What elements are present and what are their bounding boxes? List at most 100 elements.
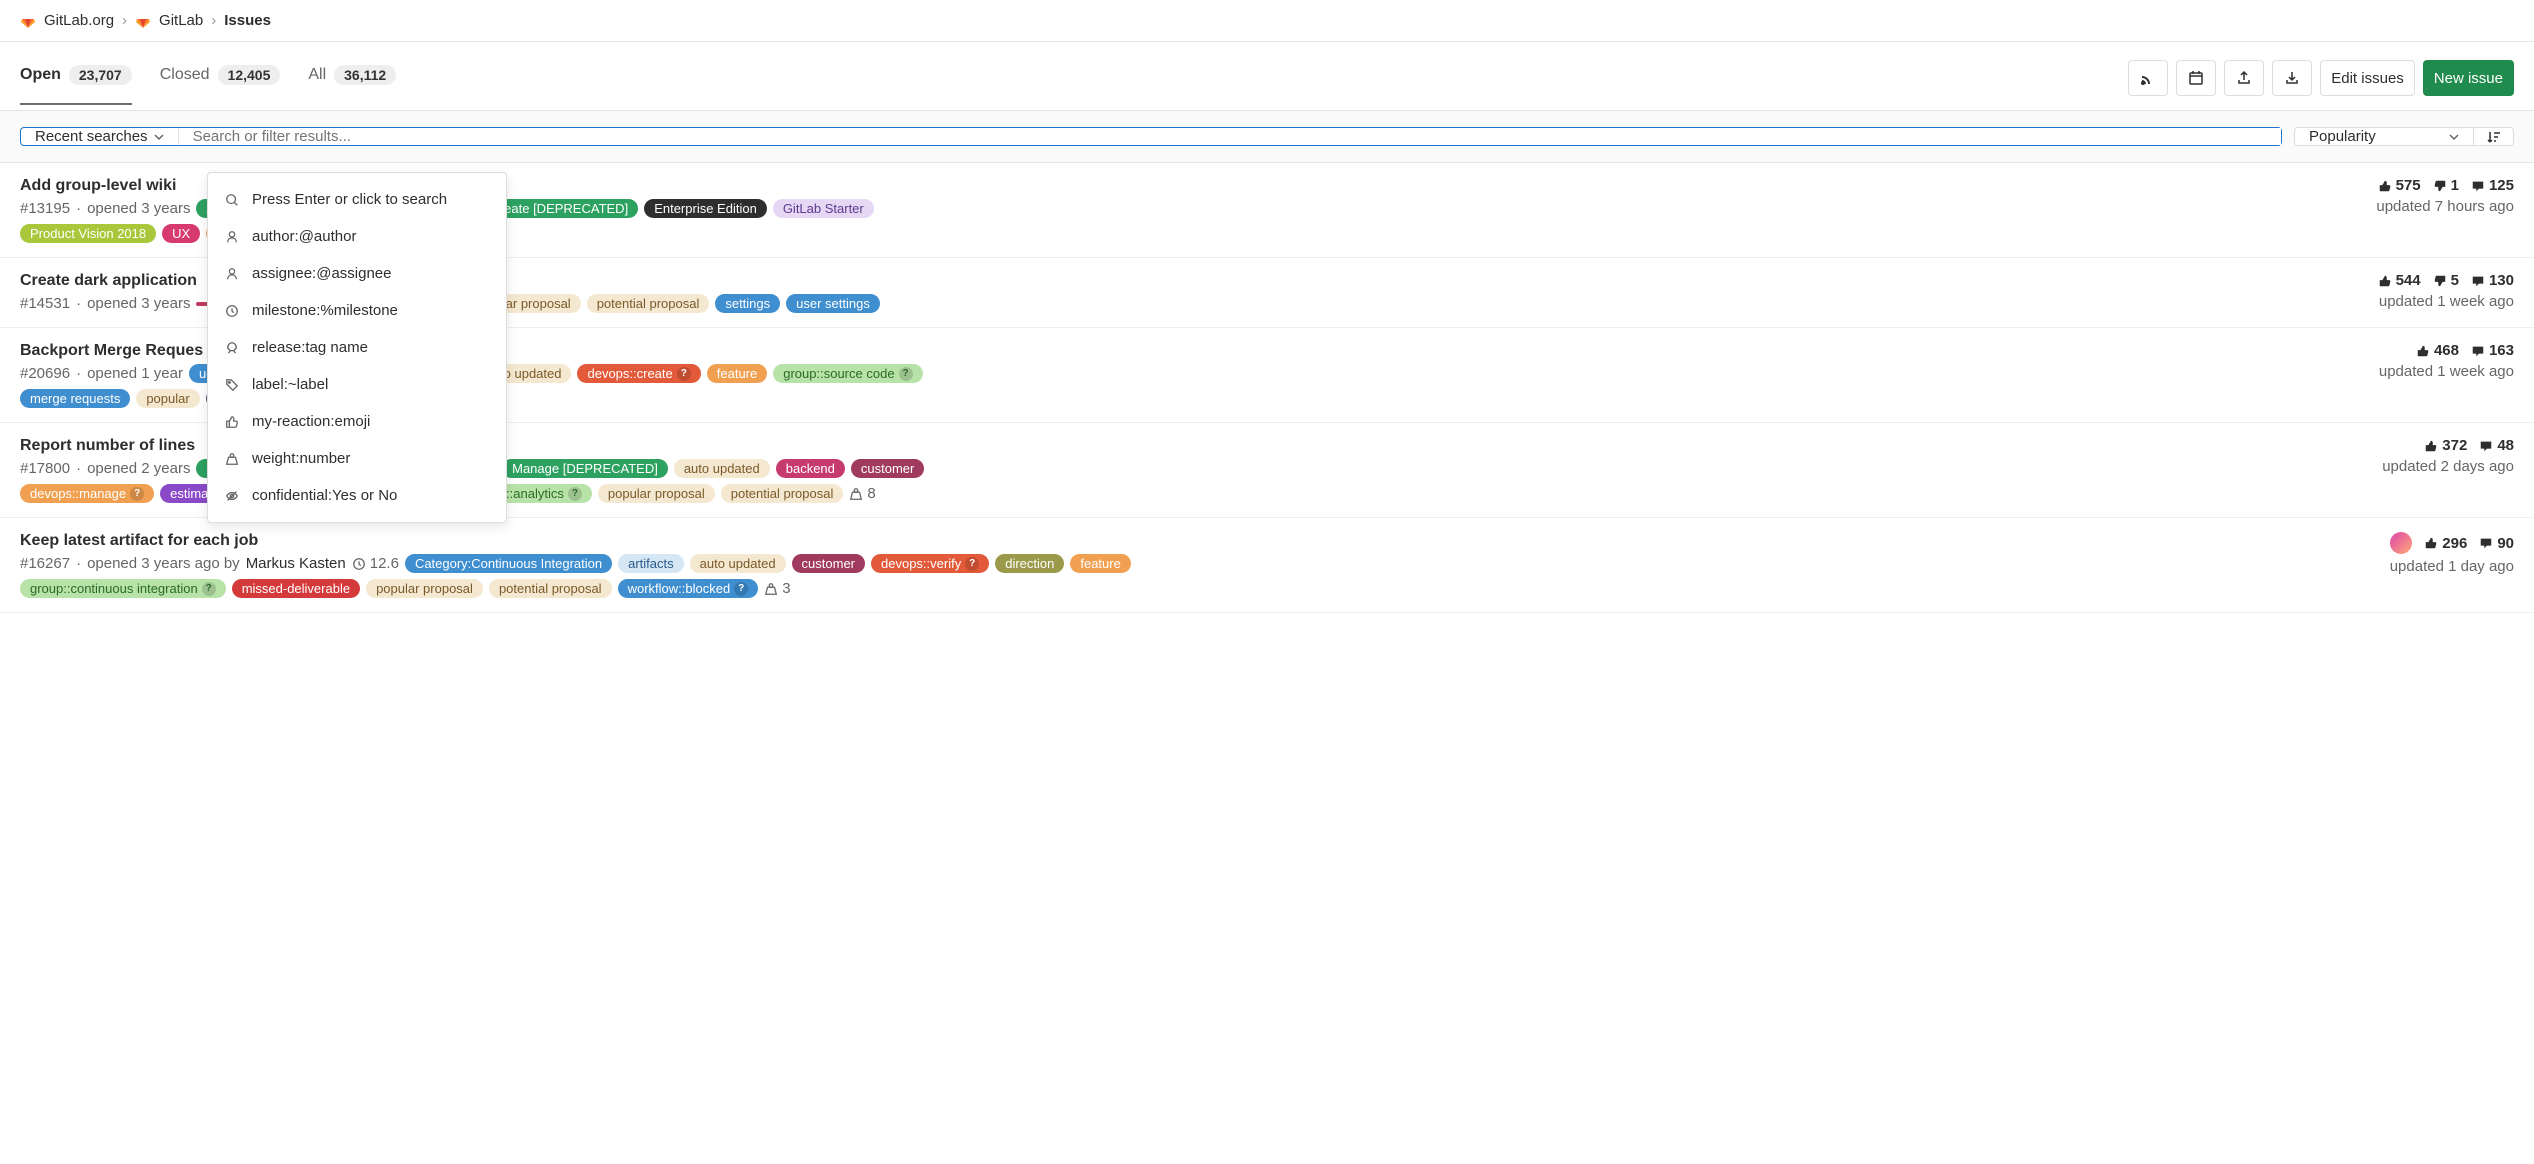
issue-label[interactable]: customer [851, 459, 924, 478]
issue-updated: updated 2 days ago [2344, 458, 2514, 475]
question-icon: ? [130, 487, 144, 501]
thumbs-up-icon [224, 414, 240, 430]
search-hint-text: weight:number [252, 450, 350, 467]
issue-label[interactable]: devops::manage? [20, 484, 154, 503]
recent-searches-dropdown[interactable]: Recent searches [21, 128, 179, 145]
search-hint-item[interactable]: author:@author [208, 218, 506, 255]
search-hint-text: my-reaction:emoji [252, 413, 370, 430]
export-button[interactable] [2224, 60, 2264, 96]
issue-weight: 3 [764, 580, 790, 597]
issue-label[interactable]: customer [792, 554, 865, 573]
issue-label[interactable]: settings [715, 294, 780, 313]
thumbs-up-count: 468 [2416, 342, 2459, 359]
issue-label[interactable]: Category:Continuous Integration [405, 554, 612, 573]
question-icon: ? [202, 582, 216, 596]
search-hint-text: Press Enter or click to search [252, 191, 447, 208]
issue-label[interactable]: Enterprise Edition [644, 199, 767, 218]
filter-bar: Recent searches Press Enter or click to … [20, 127, 2282, 146]
search-hint-item[interactable]: release:tag name [208, 329, 506, 366]
issue-ref: #13195 [20, 200, 70, 217]
calendar-button[interactable] [2176, 60, 2216, 96]
breadcrumb-project[interactable]: GitLab [159, 12, 203, 29]
issue-label[interactable]: merge requests [20, 389, 130, 408]
issue-label[interactable]: GitLab Starter [773, 199, 874, 218]
issue-label[interactable]: group::source code? [773, 364, 922, 383]
issue-label[interactable]: backend [776, 459, 845, 478]
issue-title[interactable]: Keep latest artifact for each job [20, 532, 2324, 550]
issue-label[interactable]: user settings [786, 294, 880, 313]
sort-direction-button[interactable] [2474, 127, 2514, 146]
user-icon [224, 266, 240, 282]
issue-label[interactable]: Product Vision 2018 [20, 224, 156, 243]
issue-label[interactable]: artifacts [618, 554, 684, 573]
issue-state-tabs: Open23,707 Closed12,405 All36,112 [20, 65, 396, 105]
issue-label[interactable]: popular proposal [366, 579, 483, 598]
issue-label[interactable]: direction [995, 554, 1064, 573]
search-hint-item[interactable]: milestone:%milestone [208, 292, 506, 329]
issue-label[interactable]: popular [136, 389, 199, 408]
question-icon: ? [568, 487, 582, 501]
issue-label[interactable]: group::continuous integration? [20, 579, 226, 598]
issue-label[interactable]: UX [162, 224, 200, 243]
thumbs-up-count: 372 [2424, 437, 2467, 454]
issue-milestone[interactable]: 12.6 [352, 555, 399, 572]
comments-count: 90 [2479, 535, 2514, 552]
search-hint-item[interactable]: Press Enter or click to search [208, 181, 506, 218]
thumbs-up-count: 544 [2378, 272, 2421, 289]
issue-updated: updated 7 hours ago [2344, 198, 2514, 215]
rss-button[interactable] [2128, 60, 2168, 96]
search-hint-item[interactable]: my-reaction:emoji [208, 403, 506, 440]
issue-opened: opened 3 years [87, 295, 190, 312]
search-hints-dropdown: Press Enter or click to search author:@au… [207, 172, 507, 523]
search-hint-item[interactable]: assignee:@assignee [208, 255, 506, 292]
question-icon: ? [965, 557, 979, 571]
issue-label[interactable]: auto updated [690, 554, 786, 573]
issue-weight: 8 [849, 485, 875, 502]
tab-closed[interactable]: Closed12,405 [160, 65, 281, 105]
issue-label[interactable]: missed-deliverable [232, 579, 360, 598]
new-issue-button[interactable]: New issue [2423, 60, 2514, 96]
issue-label[interactable]: devops::create? [577, 364, 700, 383]
issue-label[interactable]: potential proposal [489, 579, 612, 598]
chevron-down-icon [154, 132, 164, 142]
issue-author[interactable]: Markus Kasten [246, 555, 346, 572]
sort-dropdown[interactable]: Popularity [2294, 127, 2474, 146]
import-button[interactable] [2272, 60, 2312, 96]
eye-slash-icon [224, 488, 240, 504]
issue-label[interactable]: potential proposal [587, 294, 710, 313]
chevron-down-icon [2449, 132, 2459, 142]
issue-label[interactable]: popular proposal [598, 484, 715, 503]
breadcrumb: GitLab.org › GitLab › Issues [0, 0, 2534, 42]
issue-label[interactable]: Manage [DEPRECATED] [502, 459, 668, 478]
issue-opened: opened 1 year [87, 365, 183, 382]
tab-count: 12,405 [218, 65, 281, 85]
issue-label[interactable]: potential proposal [721, 484, 844, 503]
search-hint-text: release:tag name [252, 339, 368, 356]
tab-count: 36,112 [334, 65, 396, 85]
gitlab-icon [135, 13, 151, 29]
issue-label[interactable]: feature [1070, 554, 1130, 573]
question-icon: ? [734, 582, 748, 596]
breadcrumb-org[interactable]: GitLab.org [44, 12, 114, 29]
tab-open[interactable]: Open23,707 [20, 65, 132, 105]
thumbs-up-count: 296 [2424, 535, 2467, 552]
search-hint-text: milestone:%milestone [252, 302, 398, 319]
search-hint-text: confidential:Yes or No [252, 487, 397, 504]
issue-label[interactable]: workflow::blocked? [618, 579, 759, 598]
issue-label[interactable]: feature [707, 364, 767, 383]
breadcrumb-current: Issues [224, 12, 271, 29]
thumbs-down-count: 1 [2433, 177, 2459, 194]
search-hint-item[interactable]: weight:number [208, 440, 506, 477]
search-hint-text: assignee:@assignee [252, 265, 391, 282]
issue-updated: updated 1 day ago [2344, 558, 2514, 575]
issue-label[interactable]: auto updated [674, 459, 770, 478]
search-hint-item[interactable]: confidential:Yes or No [208, 477, 506, 514]
chevron-right-icon: › [122, 12, 127, 29]
search-hint-item[interactable]: label:~label [208, 366, 506, 403]
edit-issues-button[interactable]: Edit issues [2320, 60, 2415, 96]
search-input[interactable] [179, 128, 2281, 145]
gitlab-icon [20, 13, 36, 29]
assignee-avatar[interactable] [2390, 532, 2412, 554]
issue-label[interactable]: devops::verify? [871, 554, 989, 573]
tab-all[interactable]: All36,112 [308, 65, 396, 105]
